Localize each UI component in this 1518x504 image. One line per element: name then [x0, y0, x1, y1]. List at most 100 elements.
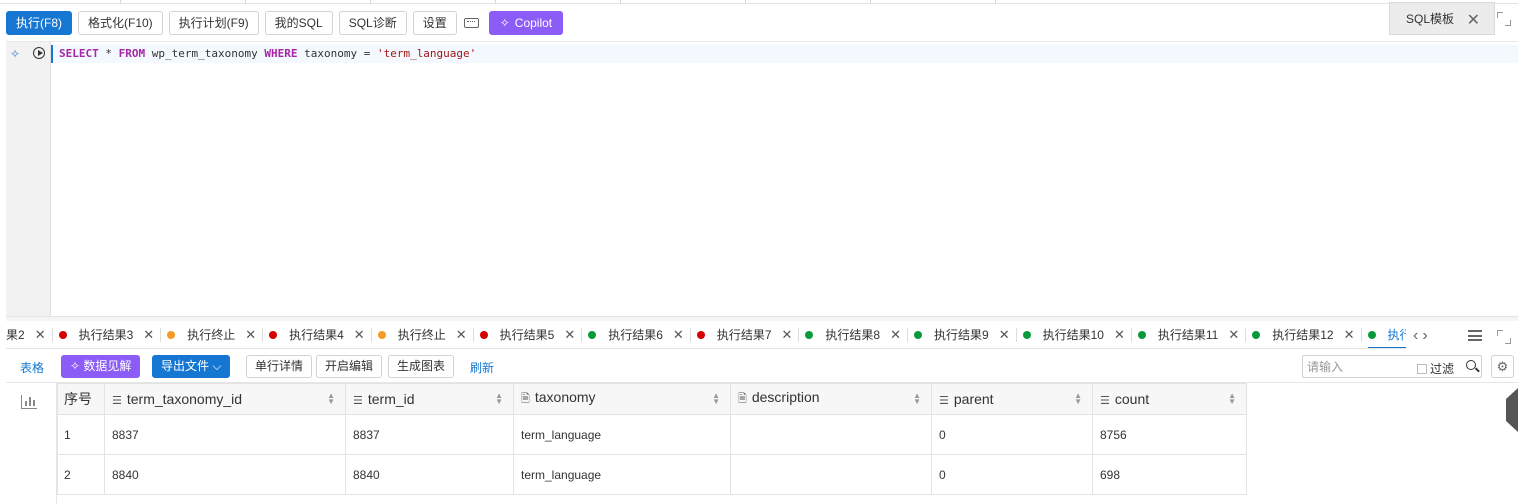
close-icon[interactable]: ✕	[1467, 10, 1480, 30]
search-icon[interactable]	[1466, 360, 1476, 370]
grid-settings-button[interactable]: ⚙	[1491, 355, 1514, 378]
filter-toggle[interactable]: 过滤	[1417, 360, 1454, 377]
sort-icon[interactable]: ▲ ▼	[495, 392, 503, 406]
sql-editor[interactable]: ✧ SELECT * FROM wp_term_taxonomy WHERE t…	[6, 41, 1518, 317]
result-tab[interactable]: 执行结果8 ✕	[805, 321, 908, 348]
status-dot-icon	[696, 330, 705, 339]
tab-scroll-arrows[interactable]: ‹›	[1413, 327, 1432, 345]
close-icon[interactable]: ✕	[1114, 327, 1125, 343]
data-insights-label: 数据见解	[83, 359, 132, 373]
column-header[interactable]: 🗎 taxonomy ▲ ▼	[513, 383, 731, 415]
my-sql-button[interactable]: 我的SQL	[264, 10, 333, 35]
result-tab[interactable]: 执行结果12 ✕	[1252, 321, 1362, 348]
table-row[interactable]: 1 8837 8837 term_language 0 8756	[57, 414, 1247, 455]
close-icon[interactable]: ✕	[456, 327, 467, 343]
close-icon[interactable]: ✕	[35, 327, 46, 343]
ai-sparkle-icon[interactable]: ✧	[10, 47, 20, 61]
close-icon[interactable]: ✕	[999, 327, 1010, 343]
table-cell[interactable]: 8837	[345, 414, 514, 455]
sql-template-panel-tab[interactable]: SQL模板 ✕	[1389, 2, 1495, 35]
result-tab[interactable]: 执行结果4 ✕	[269, 321, 372, 348]
table-cell[interactable]: 0	[931, 414, 1093, 455]
search-input[interactable]	[1307, 358, 1407, 375]
generate-chart-button[interactable]: 生成图表	[388, 355, 455, 378]
sort-icon[interactable]: ▲ ▼	[1074, 392, 1082, 406]
result-tab-label: 执行结果10	[1042, 328, 1104, 342]
table-cell[interactable]	[730, 414, 932, 455]
fullscreen-icon[interactable]	[1497, 12, 1511, 26]
close-icon[interactable]: ✕	[890, 327, 901, 343]
table-cell[interactable]: 8840	[345, 454, 514, 495]
table-cell[interactable]: term_language	[513, 414, 731, 455]
row-detail-button[interactable]: 单行详情	[246, 355, 313, 378]
execution-plan-button[interactable]: 执行计划(F9)	[168, 10, 259, 35]
refresh-link[interactable]: 刷新	[470, 359, 494, 376]
result-tab[interactable]: 执行结果13✕	[1367, 321, 1406, 348]
table-cell[interactable]	[730, 454, 932, 495]
status-dot-icon	[58, 330, 67, 339]
enable-edit-button[interactable]: 开启编辑	[316, 355, 383, 378]
table-view-tab[interactable]: 表格	[20, 359, 44, 376]
result-tabs: 果2 ✕ 执行结果3 ✕ 执行终止 ✕ 执行结果4 ✕ 执行终止 ✕ 执行结果5 ✕ 执行结果6 ✕ 执行结…	[6, 321, 1406, 349]
close-icon[interactable]: ✕	[782, 327, 793, 343]
row-index-cell: 1	[57, 414, 105, 455]
export-file-button[interactable]: 导出文件 ⌵	[152, 355, 231, 378]
close-icon[interactable]: ✕	[354, 327, 365, 343]
settings-button[interactable]: 设置	[412, 10, 457, 35]
column-header[interactable]: ☰ count ▲ ▼	[1092, 383, 1247, 415]
execute-button[interactable]: 执行(F8)	[6, 10, 72, 35]
sort-icon[interactable]: ▲ ▼	[913, 392, 921, 406]
close-icon[interactable]: ✕	[245, 327, 256, 343]
result-tab[interactable]: 执行结果10 ✕	[1022, 321, 1132, 348]
tab-divider	[1130, 327, 1132, 342]
result-tab[interactable]: 执行结果11 ✕	[1137, 321, 1247, 348]
status-dot-icon	[479, 330, 488, 339]
table-cell[interactable]: 0	[931, 454, 1093, 495]
column-header[interactable]: ☰ term_id ▲ ▼	[345, 383, 514, 415]
table-row[interactable]: 2 8840 8840 term_language 0 698	[57, 454, 1247, 495]
sort-icon[interactable]: ▲ ▼	[712, 392, 720, 406]
keyboard-icon[interactable]	[463, 11, 481, 35]
result-tab[interactable]: 果2 ✕	[6, 321, 53, 348]
table-cell[interactable]: 8756	[1092, 414, 1247, 455]
table-cell[interactable]: 8837	[104, 414, 346, 455]
filter-checkbox[interactable]	[1417, 363, 1427, 374]
column-header[interactable]: ☰ parent ▲ ▼	[931, 383, 1093, 415]
result-tab-label: 果2	[6, 328, 25, 342]
sort-icon[interactable]: ▲ ▼	[1228, 392, 1236, 406]
close-icon[interactable]: ✕	[673, 327, 684, 343]
result-tab[interactable]: 执行结果7 ✕	[696, 321, 800, 348]
data-insights-button[interactable]: ✧ 数据见解	[61, 355, 141, 378]
table-cell[interactable]: 8840	[104, 454, 346, 495]
result-tab[interactable]: 执行终止 ✕	[377, 321, 474, 348]
copilot-button[interactable]: ✧ Copilot	[488, 10, 564, 35]
result-tab[interactable]: 执行结果6 ✕	[588, 321, 691, 348]
code-line-1[interactable]: SELECT * FROM wp_term_taxonomy WHERE tax…	[51, 45, 1518, 63]
close-icon[interactable]: ✕	[143, 327, 154, 343]
editor-gutter: ✧	[6, 42, 51, 317]
sort-icon[interactable]: ▲ ▼	[327, 392, 335, 406]
table-cell[interactable]: 698	[1092, 454, 1247, 495]
column-header[interactable]: 🗎 description ▲ ▼	[730, 383, 932, 415]
fullscreen-icon[interactable]	[1497, 330, 1511, 344]
close-icon[interactable]: ✕	[564, 327, 575, 343]
sparkle-icon: ✧	[70, 359, 84, 373]
result-tab-label: 执行结果4	[289, 328, 344, 342]
table-cell[interactable]: term_language	[513, 454, 731, 495]
close-icon[interactable]: ✕	[1228, 327, 1239, 343]
editor-toolbar: 执行(F8) 格式化(F10) 执行计划(F9) 我的SQL SQL诊断 设置 …	[6, 10, 569, 35]
run-line-icon[interactable]	[33, 47, 45, 59]
bar-chart-icon[interactable]	[21, 395, 37, 409]
result-tab-label: 执行结果7	[716, 328, 772, 342]
format-button[interactable]: 格式化(F10)	[78, 10, 163, 35]
sql-diagnose-button[interactable]: SQL诊断	[338, 10, 407, 35]
column-header[interactable]: ☰ term_taxonomy_id ▲ ▼	[104, 383, 346, 415]
result-tab[interactable]: 执行结果9 ✕	[914, 321, 1017, 348]
side-panel-handle[interactable]	[1506, 388, 1518, 432]
close-icon[interactable]: ✕	[1344, 327, 1355, 343]
result-tab[interactable]: 执行结果5 ✕	[479, 321, 583, 348]
menu-icon[interactable]	[1468, 330, 1482, 341]
result-tab[interactable]: 执行结果3 ✕	[58, 321, 162, 348]
column-header-label: term_id	[367, 391, 415, 407]
result-tab[interactable]: 执行终止 ✕	[167, 321, 264, 348]
